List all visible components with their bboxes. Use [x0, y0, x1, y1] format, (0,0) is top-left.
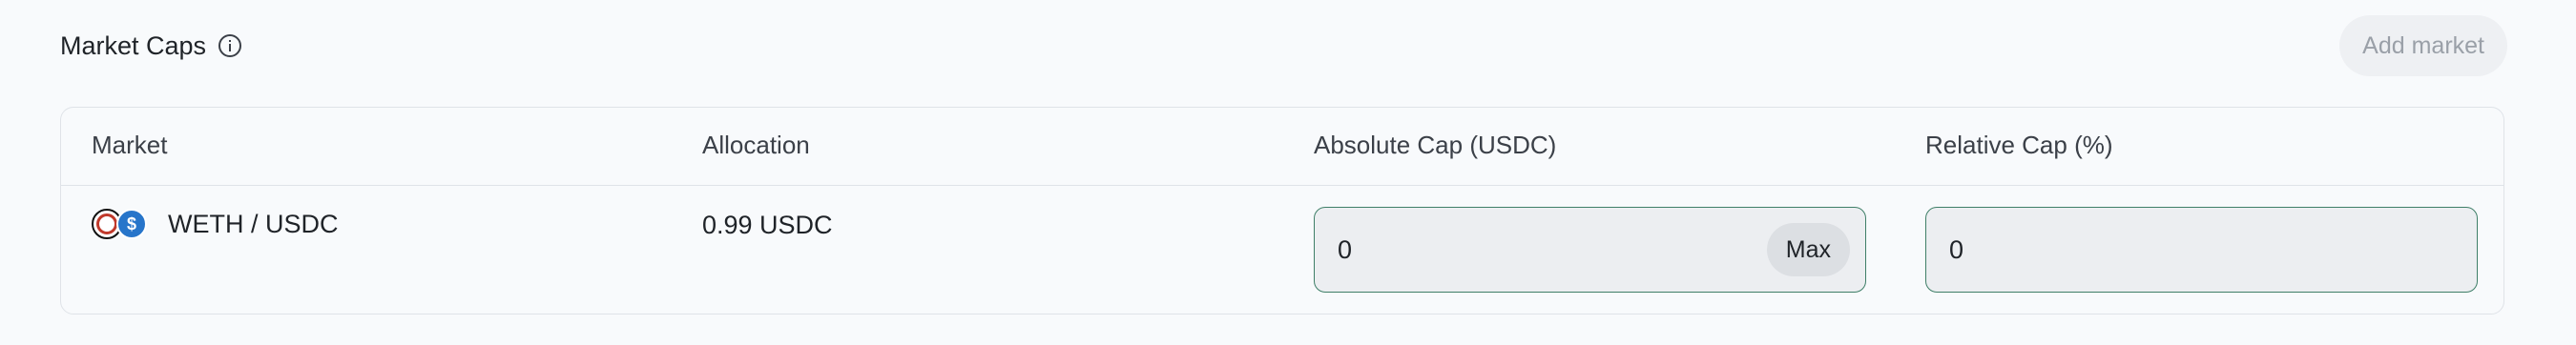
column-header-market: Market [92, 131, 168, 159]
usdc-token-icon: $ [116, 209, 147, 239]
info-icon[interactable] [218, 33, 242, 58]
absolute-cap-input[interactable] [1338, 208, 1719, 292]
relative-cap-field[interactable] [1925, 207, 2478, 293]
column-header-absolute-cap: Absolute Cap (USDC) [1314, 131, 1557, 159]
market-caps-table: Market Allocation Absolute Cap (USDC) Re… [60, 107, 2504, 315]
allocation-value: 0.99 USDC [702, 211, 833, 239]
market-name: WETH / USDC [168, 209, 339, 238]
column-header-allocation: Allocation [702, 131, 810, 159]
market-caps-header: Market Caps Add market [60, 15, 2507, 76]
absolute-cap-field[interactable]: Max [1314, 207, 1866, 293]
add-market-button[interactable]: Add market [2339, 15, 2507, 76]
section-title: Market Caps [60, 30, 207, 60]
relative-cap-input[interactable] [1949, 208, 2331, 292]
table-row-market: $ WETH / USDC [92, 209, 339, 239]
column-header-relative-cap: Relative Cap (%) [1925, 131, 2113, 159]
table-header: Market Allocation Absolute Cap (USDC) Re… [61, 108, 2503, 186]
max-button[interactable]: Max [1766, 223, 1850, 276]
